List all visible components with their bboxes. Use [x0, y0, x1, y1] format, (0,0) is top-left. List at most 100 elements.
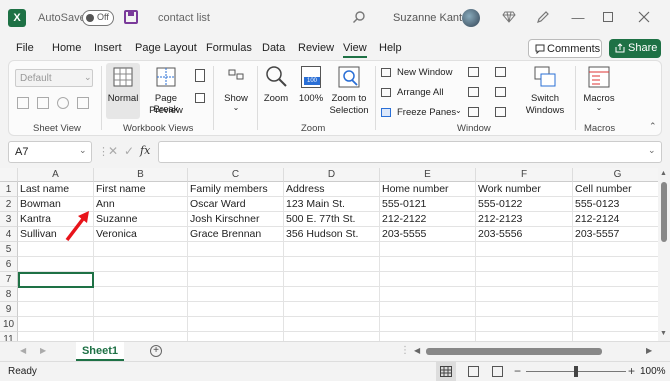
cell-f1[interactable]: Work number	[476, 182, 573, 197]
cell-e3[interactable]: 212-2122	[380, 212, 476, 227]
cell-b10[interactable]	[94, 317, 188, 332]
cell-e5[interactable]	[380, 242, 476, 257]
cell-b1[interactable]: First name	[94, 182, 188, 197]
cell-f4[interactable]: 203-5556	[476, 227, 573, 242]
cell-a9[interactable]	[18, 302, 94, 317]
cell-c9[interactable]	[188, 302, 284, 317]
split-icon[interactable]	[468, 67, 479, 77]
cell-e11[interactable]	[380, 332, 476, 341]
sheet-tab-sheet1[interactable]: Sheet1	[76, 342, 124, 361]
freeze-panes-button[interactable]: Freeze Panes ⌄	[381, 106, 462, 120]
horizontal-scroll-thumb[interactable]	[426, 348, 602, 355]
sync-scroll-icon[interactable]	[495, 87, 506, 97]
menu-view[interactable]: View	[343, 42, 367, 58]
cell-d3[interactable]: 500 E. 77th St.	[284, 212, 380, 227]
minimize-icon[interactable]: —	[570, 10, 586, 26]
new-view-icon[interactable]	[57, 97, 69, 109]
cell-b11[interactable]	[94, 332, 188, 341]
cell-f2[interactable]: 555-0122	[476, 197, 573, 212]
cell-d5[interactable]	[284, 242, 380, 257]
avatar[interactable]	[462, 9, 480, 27]
cell-e2[interactable]: 555-0121	[380, 197, 476, 212]
cell-a10[interactable]	[18, 317, 94, 332]
cell-d6[interactable]	[284, 257, 380, 272]
menu-file[interactable]: File	[16, 42, 34, 54]
cell-e1[interactable]: Home number	[380, 182, 476, 197]
new-window-button[interactable]: New Window	[381, 66, 457, 80]
row-header-2[interactable]: 2	[0, 197, 18, 212]
cell-g7[interactable]	[573, 272, 658, 287]
cell-f11[interactable]	[476, 332, 573, 341]
cell-b9[interactable]	[94, 302, 188, 317]
cell-g9[interactable]	[573, 302, 658, 317]
cell-f5[interactable]	[476, 242, 573, 257]
arrange-all-button[interactable]: Arrange All	[381, 86, 451, 100]
close-icon[interactable]	[638, 11, 650, 23]
cell-c2[interactable]: Oscar Ward	[188, 197, 284, 212]
macros-button[interactable]: Macros ⌄	[581, 63, 617, 119]
cell-c3[interactable]: Josh Kirschner	[188, 212, 284, 227]
hide-window-icon[interactable]	[468, 87, 479, 97]
maximize-icon[interactable]	[603, 12, 613, 22]
cell-c6[interactable]	[188, 257, 284, 272]
save-icon[interactable]	[124, 10, 138, 24]
zoom-button[interactable]: Zoom	[261, 63, 291, 119]
column-header-b[interactable]: B	[94, 168, 188, 182]
column-header-e[interactable]: E	[380, 168, 476, 182]
row-header-11[interactable]: 11	[0, 332, 18, 341]
cell-f7[interactable]	[476, 272, 573, 287]
show-button[interactable]: Show ⌄	[221, 63, 251, 119]
cell-g1[interactable]: Cell number	[573, 182, 658, 197]
cell-b3[interactable]: Suzanne	[94, 212, 188, 227]
cell-b6[interactable]	[94, 257, 188, 272]
row-header-5[interactable]: 5	[0, 242, 18, 257]
menu-review[interactable]: Review	[298, 42, 334, 54]
cell-g3[interactable]: 212-2124	[573, 212, 658, 227]
column-header-d[interactable]: D	[284, 168, 380, 182]
page-layout-status-icon[interactable]	[468, 366, 479, 377]
cell-g5[interactable]	[573, 242, 658, 257]
cell-a11[interactable]	[18, 332, 94, 341]
cell-e9[interactable]	[380, 302, 476, 317]
column-header-a[interactable]: A	[18, 168, 94, 182]
reset-window-icon[interactable]	[495, 107, 506, 117]
comments-button[interactable]: Comments	[528, 39, 602, 58]
cell-c1[interactable]: Family members	[188, 182, 284, 197]
collapse-ribbon-icon[interactable]: ⌃	[649, 121, 657, 132]
scroll-up-icon[interactable]: ▲	[660, 170, 667, 177]
worksheet-grid[interactable]: ABCDEFG 1 2 3 4 5 6 7 8 9 10 11 Last name First nam…	[0, 168, 658, 341]
cell-d4[interactable]: 356 Hudson St.	[284, 227, 380, 242]
cell-g2[interactable]: 555-0123	[573, 197, 658, 212]
menu-formulas[interactable]: Formulas	[206, 42, 252, 54]
cell-g6[interactable]	[573, 257, 658, 272]
cell-a5[interactable]	[18, 242, 94, 257]
menu-home[interactable]: Home	[52, 42, 81, 54]
zoom-out-button[interactable]: −	[514, 364, 521, 378]
cell-g8[interactable]	[573, 287, 658, 302]
select-all-corner[interactable]	[0, 168, 18, 182]
cell-e10[interactable]	[380, 317, 476, 332]
zoom-percent[interactable]: 100%	[640, 366, 666, 377]
unhide-window-icon[interactable]	[468, 107, 479, 117]
column-header-f[interactable]: F	[476, 168, 573, 182]
cancel-icon[interactable]: ✕	[108, 144, 118, 158]
scroll-right-icon[interactable]: ▶	[646, 346, 652, 355]
cell-d7[interactable]	[284, 272, 380, 287]
cell-d8[interactable]	[284, 287, 380, 302]
enter-icon[interactable]: ✓	[124, 144, 134, 158]
switch-windows-button[interactable]: Switch Windows	[523, 63, 567, 119]
add-sheet-button[interactable]: +	[150, 345, 162, 357]
cell-f9[interactable]	[476, 302, 573, 317]
formula-input[interactable]	[158, 141, 662, 163]
options-view-icon[interactable]	[77, 97, 89, 109]
next-sheet-icon[interactable]: ▶	[40, 346, 46, 355]
tab-split-icon[interactable]: ⋮	[400, 345, 410, 356]
diamond-icon[interactable]	[502, 10, 516, 24]
cell-a1[interactable]: Last name	[18, 182, 94, 197]
scroll-left-icon[interactable]: ◀	[414, 346, 420, 355]
chevron-down-icon[interactable]: ⌄	[648, 145, 656, 156]
row-header-9[interactable]: 9	[0, 302, 18, 317]
prev-sheet-icon[interactable]: ◀	[20, 346, 26, 355]
zoom-in-button[interactable]: +	[628, 364, 635, 378]
autosave-toggle[interactable]: Off	[82, 10, 114, 26]
